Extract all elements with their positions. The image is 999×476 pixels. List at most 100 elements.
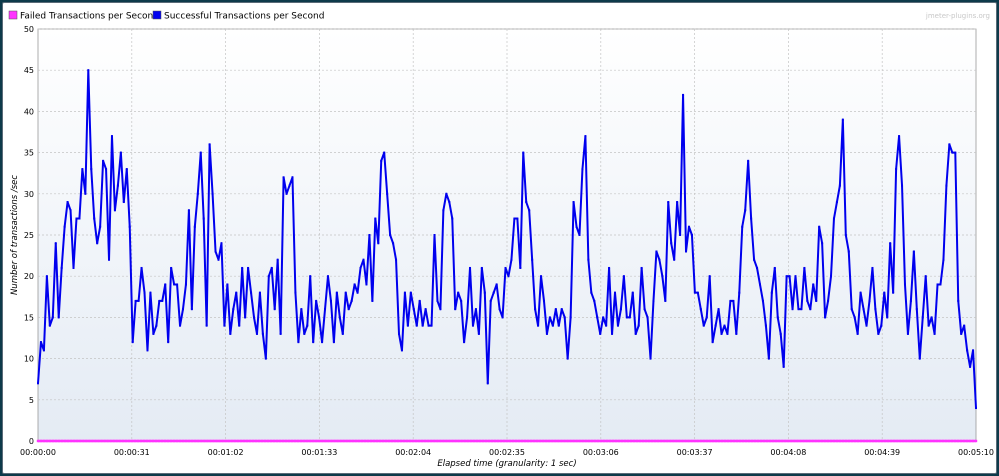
successful-point [516, 217, 519, 220]
failed-point [530, 439, 533, 443]
successful-point [646, 316, 649, 319]
successful-point [918, 357, 921, 360]
failed-point [393, 439, 397, 443]
successful-point [634, 332, 637, 335]
failed-point [115, 439, 118, 443]
successful-point [687, 225, 690, 228]
successful-point [622, 275, 625, 278]
successful-point [93, 217, 96, 220]
failed-point [629, 439, 633, 443]
failed-point [593, 439, 596, 443]
successful-point [37, 382, 39, 385]
failed-point [660, 439, 663, 443]
failed-point [896, 439, 899, 443]
successful-point [285, 192, 288, 195]
successful-point [81, 168, 84, 171]
successful-point [128, 225, 131, 228]
failed-point [185, 439, 188, 443]
successful-point [853, 316, 856, 319]
successful-point [921, 316, 924, 319]
failed-point [587, 439, 590, 443]
successful-point [856, 332, 859, 335]
failed-point [514, 439, 518, 443]
successful-point [69, 209, 72, 212]
successful-point [844, 234, 847, 236]
successful-point [827, 299, 830, 302]
successful-point [779, 332, 782, 335]
successful-point [161, 299, 164, 302]
successful-point [208, 143, 211, 146]
failed-point [944, 439, 947, 443]
failed-point [275, 439, 279, 443]
successful-point [113, 209, 116, 212]
successful-point [273, 308, 276, 311]
successful-point [365, 283, 368, 286]
failed-point [856, 439, 860, 443]
successful-point [368, 234, 371, 236]
successful-point [184, 283, 187, 286]
failed-point [890, 439, 893, 443]
failed-point [614, 439, 618, 443]
successful-point [705, 316, 708, 319]
successful-point [578, 234, 581, 236]
failed-point [632, 439, 636, 443]
successful-point [566, 357, 569, 360]
successful-point [353, 283, 356, 286]
failed-point [817, 439, 820, 443]
failed-point [678, 439, 681, 443]
successful-point [770, 291, 773, 294]
successful-point [60, 266, 63, 269]
failed-point [269, 439, 273, 443]
failed-point [793, 439, 796, 443]
successful-point [469, 266, 472, 269]
failed-point [327, 439, 330, 443]
successful-point [975, 407, 977, 410]
failed-point [381, 439, 385, 443]
successful-point [909, 299, 912, 302]
failed-point [738, 439, 742, 443]
successful-point [711, 341, 714, 344]
failed-point [139, 439, 143, 443]
failed-point [753, 439, 757, 443]
successful-point [409, 291, 412, 294]
successful-point [430, 324, 433, 327]
failed-point [877, 439, 881, 443]
failed-point [127, 439, 130, 443]
failed-point [705, 439, 708, 443]
failed-point [436, 439, 439, 443]
successful-point [531, 258, 534, 261]
successful-point [486, 382, 489, 385]
failed-point [399, 439, 403, 443]
failed-point [73, 439, 76, 443]
failed-point [641, 439, 645, 443]
successful-point [371, 299, 374, 302]
successful-point [205, 324, 208, 327]
failed-point [402, 439, 406, 443]
successful-point [196, 192, 199, 195]
successful-point [841, 118, 844, 121]
failed-point [251, 439, 255, 443]
failed-point [412, 439, 415, 443]
y-tick-label: 10 [24, 355, 34, 364]
successful-point [344, 291, 347, 294]
successful-point [510, 258, 513, 261]
successful-point [788, 275, 791, 278]
successful-point [933, 332, 936, 335]
y-tick-label: 20 [24, 272, 34, 281]
successful-point [682, 93, 685, 96]
successful-point [954, 151, 957, 154]
successful-point [105, 168, 108, 171]
failed-point [726, 439, 730, 443]
failed-point [154, 439, 158, 443]
failed-point [938, 439, 941, 443]
failed-point [545, 439, 548, 443]
successful-point [102, 159, 105, 162]
successful-point [930, 316, 933, 319]
failed-point [272, 439, 276, 443]
successful-point [350, 299, 353, 302]
failed-point [378, 439, 382, 443]
failed-point [405, 439, 409, 443]
successful-point [625, 316, 628, 319]
failed-point [484, 439, 488, 443]
successful-point [359, 266, 362, 269]
